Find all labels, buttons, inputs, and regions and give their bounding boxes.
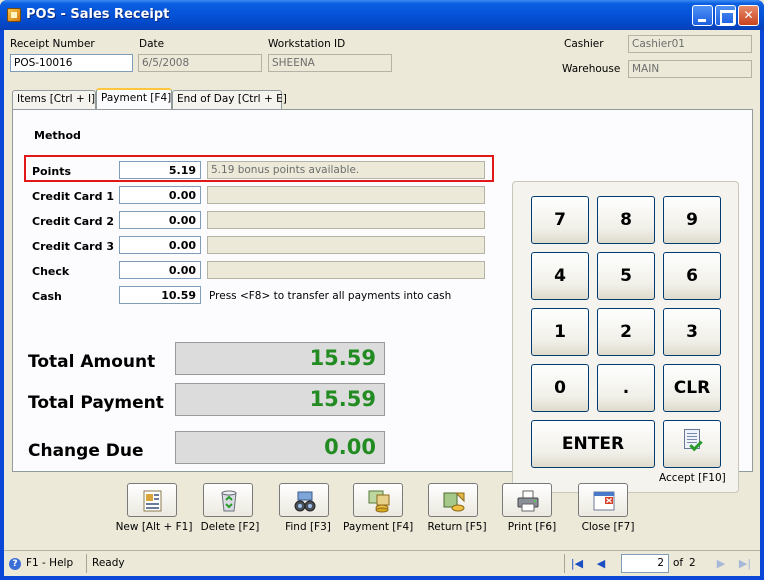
total-pages-text: 2 bbox=[689, 557, 696, 569]
key-8[interactable]: 8 bbox=[597, 196, 655, 244]
credit-card-3-desc-field[interactable] bbox=[207, 236, 485, 254]
binoculars-icon bbox=[279, 483, 329, 517]
status-text: Ready bbox=[92, 557, 125, 569]
key-7[interactable]: 7 bbox=[531, 196, 589, 244]
new-button[interactable]: New [Alt + F1] bbox=[115, 483, 192, 533]
accept-document-check-icon[interactable] bbox=[663, 420, 721, 468]
last-page-icon[interactable]: ▶| bbox=[738, 557, 752, 571]
accept-label: Accept [F10] bbox=[659, 472, 726, 484]
tab-end-of-day[interactable]: End of Day [Ctrl + E] bbox=[172, 90, 287, 109]
status-bar: ? F1 - Help Ready |◀ ◀ 2 of 2 ▶ ▶| bbox=[4, 550, 760, 576]
find-button[interactable]: Find [F3] bbox=[276, 483, 336, 533]
date-label: Date bbox=[139, 38, 165, 50]
find-button-label: Find [F3] bbox=[285, 521, 331, 533]
workstation-label: Workstation ID bbox=[268, 38, 346, 50]
close-form-button[interactable]: Close [F7] bbox=[572, 483, 636, 533]
numeric-keypad: 7 8 9 4 5 6 1 2 3 0 . CLR ENTER Accept [… bbox=[512, 181, 739, 493]
total-amount-value: 15.59 bbox=[175, 342, 385, 375]
printer-icon bbox=[502, 483, 552, 517]
window-client: Receipt Number POS-10016 Date 6/5/2008 W… bbox=[4, 30, 760, 576]
workstation-field: SHEENA bbox=[268, 54, 392, 72]
page-of-label: of bbox=[673, 557, 684, 569]
receipt-number-label: Receipt Number bbox=[10, 38, 95, 50]
new-button-label: New [Alt + F1] bbox=[115, 521, 193, 533]
payment-panel: Method Points 5.19 5.19 bonus points ava… bbox=[12, 109, 753, 493]
credit-card-1-desc-field[interactable] bbox=[207, 186, 485, 204]
pos-window: POS - Sales Receipt ✕ Receipt Number POS… bbox=[0, 0, 764, 580]
help-shortcut-text[interactable]: F1 - Help bbox=[26, 557, 73, 569]
key-3[interactable]: 3 bbox=[663, 308, 721, 356]
credit-card-1-label: Credit Card 1 bbox=[32, 190, 114, 203]
app-icon bbox=[7, 8, 21, 22]
key-2[interactable]: 2 bbox=[597, 308, 655, 356]
total-amount-label: Total Amount bbox=[28, 352, 156, 372]
check-amount-input[interactable]: 0.00 bbox=[119, 261, 201, 279]
cash-amount-input[interactable]: 10.59 bbox=[119, 286, 201, 304]
key-clear[interactable]: CLR bbox=[663, 364, 721, 412]
return-coins-icon bbox=[428, 483, 478, 517]
payment-button-label: Payment [F4] bbox=[343, 521, 414, 533]
key-0[interactable]: 0 bbox=[531, 364, 589, 412]
window-title: POS - Sales Receipt bbox=[26, 7, 170, 22]
key-5[interactable]: 5 bbox=[597, 252, 655, 300]
receipt-number-field[interactable]: POS-10016 bbox=[10, 54, 133, 72]
credit-card-1-amount-input[interactable]: 0.00 bbox=[119, 186, 201, 204]
points-amount-input[interactable]: 5.19 bbox=[119, 161, 201, 179]
close-form-button-label: Close [F7] bbox=[581, 521, 635, 533]
payment-button[interactable]: Payment [F4] bbox=[343, 483, 413, 533]
status-separator bbox=[564, 554, 565, 573]
next-page-icon[interactable]: ▶ bbox=[714, 557, 728, 571]
total-payment-label: Total Payment bbox=[28, 393, 164, 413]
first-page-icon[interactable]: |◀ bbox=[570, 557, 584, 571]
minimize-button[interactable] bbox=[692, 5, 713, 26]
maximize-button[interactable] bbox=[715, 5, 736, 26]
key-4[interactable]: 4 bbox=[531, 252, 589, 300]
credit-card-2-label: Credit Card 2 bbox=[32, 215, 114, 228]
print-button[interactable]: Print [F6] bbox=[498, 483, 558, 533]
delete-button-label: Delete [F2] bbox=[200, 521, 260, 533]
key-6[interactable]: 6 bbox=[663, 252, 721, 300]
title-bar[interactable]: POS - Sales Receipt ✕ bbox=[0, 0, 764, 30]
change-due-label: Change Due bbox=[28, 441, 144, 461]
warehouse-field: MAIN bbox=[628, 60, 752, 78]
close-button[interactable]: ✕ bbox=[738, 5, 759, 26]
status-separator bbox=[86, 554, 87, 573]
credit-card-2-amount-input[interactable]: 0.00 bbox=[119, 211, 201, 229]
key-enter[interactable]: ENTER bbox=[531, 420, 655, 468]
previous-page-icon[interactable]: ◀ bbox=[594, 557, 608, 571]
credit-card-2-desc-field[interactable] bbox=[207, 211, 485, 229]
change-due-value: 0.00 bbox=[175, 431, 385, 464]
return-button-label: Return [F5] bbox=[427, 521, 487, 533]
check-desc-field[interactable] bbox=[207, 261, 485, 279]
method-label: Method bbox=[34, 129, 81, 142]
print-button-label: Print [F6] bbox=[507, 521, 557, 533]
recycle-bin-icon bbox=[203, 483, 253, 517]
points-label: Points bbox=[32, 165, 72, 178]
credit-card-3-label: Credit Card 3 bbox=[32, 240, 114, 253]
return-button[interactable]: Return [F5] bbox=[421, 483, 487, 533]
close-window-icon bbox=[578, 483, 628, 517]
cash-label: Cash bbox=[32, 290, 62, 303]
key-decimal[interactable]: . bbox=[597, 364, 655, 412]
credit-card-3-amount-input[interactable]: 0.00 bbox=[119, 236, 201, 254]
payment-coins-icon bbox=[353, 483, 403, 517]
page-number-input[interactable]: 2 bbox=[621, 554, 669, 573]
cashier-field: Cashier01 bbox=[628, 35, 752, 53]
cash-hint: Press <F8> to transfer all payments into… bbox=[209, 290, 452, 302]
key-1[interactable]: 1 bbox=[531, 308, 589, 356]
key-9[interactable]: 9 bbox=[663, 196, 721, 244]
warehouse-label: Warehouse bbox=[562, 63, 621, 75]
new-receipt-icon bbox=[127, 483, 177, 517]
points-desc-field: 5.19 bonus points available. bbox=[207, 161, 485, 179]
tab-items[interactable]: Items [Ctrl + I] bbox=[12, 90, 96, 109]
check-label: Check bbox=[32, 265, 70, 278]
total-payment-value: 15.59 bbox=[175, 383, 385, 416]
date-field: 6/5/2008 bbox=[138, 54, 262, 72]
tab-payment[interactable]: Payment [F4] bbox=[96, 88, 172, 109]
help-icon[interactable]: ? bbox=[9, 558, 21, 570]
delete-button[interactable]: Delete [F2] bbox=[200, 483, 260, 533]
cashier-label: Cashier bbox=[564, 38, 604, 50]
